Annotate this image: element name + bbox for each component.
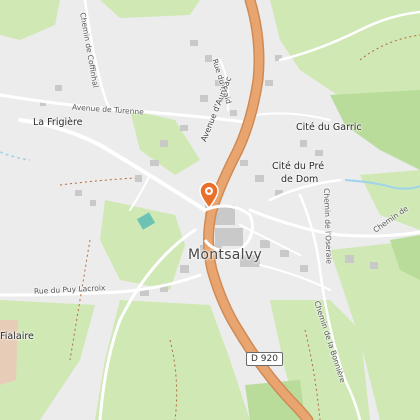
place-label-la-frigiere: La Frigière <box>33 117 83 128</box>
place-label-cite-pre-dom-line1: Cité du Pré <box>272 161 325 172</box>
map-canvas[interactable] <box>0 0 420 420</box>
fialaire-area <box>0 320 18 385</box>
place-label-cite-pre-dom-line2: de Dom <box>281 174 319 185</box>
location-marker[interactable] <box>198 181 220 210</box>
map-pin-icon <box>199 181 219 210</box>
place-label-cite-garric: Cité du Garric <box>296 122 362 133</box>
road-label-chemin-oseraie: Chemin de l'Oseraie <box>322 187 334 265</box>
place-label-fialaire: Fialaire <box>0 331 34 342</box>
route-shield-d920: D 920 <box>246 352 283 366</box>
map-view[interactable]: La Frigière Cité du Garric Cité du Pré d… <box>0 0 420 420</box>
town-label-montsalvy: Montsalvy <box>188 247 263 263</box>
